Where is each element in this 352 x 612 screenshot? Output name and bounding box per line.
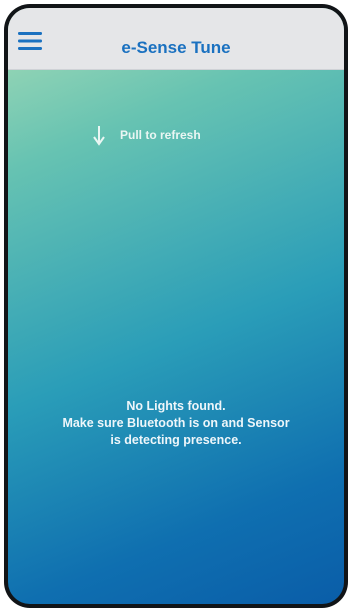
device-frame: e-Sense Tune Pull to refresh No Lights f… [4,4,348,608]
empty-state-line-2: Make sure Bluetooth is on and Sensor [62,416,290,430]
app-title: e-Sense Tune [121,38,231,57]
app-screen[interactable]: e-Sense Tune Pull to refresh No Lights f… [8,8,344,604]
empty-state-message: No Lights found. Make sure Bluetooth is … [8,398,344,449]
empty-state-line-1: No Lights found. [126,399,226,413]
pull-to-refresh-hint: Pull to refresh [92,123,201,147]
empty-state-line-3: is detecting presence. [110,433,242,447]
arrow-down-icon [92,123,106,147]
app-header: e-Sense Tune [8,8,344,70]
pull-to-refresh-label: Pull to refresh [120,128,201,142]
